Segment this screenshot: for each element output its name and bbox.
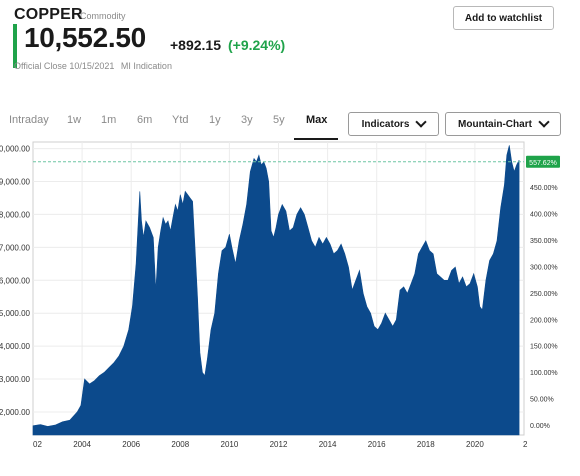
x-tick-label: 2014: [319, 440, 337, 449]
price-change: +892.15: [170, 37, 221, 53]
chevron-down-icon: [415, 116, 428, 128]
y-tick-label: 7,000.00: [0, 243, 31, 252]
tab-1m[interactable]: 1m: [101, 114, 116, 126]
y-tick-label: 6,000.00: [0, 276, 31, 285]
y-tick-label: 9,000.00: [0, 178, 31, 187]
x-tick-label: 2004: [73, 440, 91, 449]
chart-type-dropdown[interactable]: Mountain-Chart: [445, 112, 561, 136]
asset-type-label: Commodity: [80, 11, 126, 21]
right-tick-label: 300.00%: [530, 264, 558, 271]
price-change-percent: (+9.24%): [228, 37, 286, 53]
official-close-label: Official Close 10/15/2021: [14, 61, 115, 71]
right-tick-label: 350.00%: [530, 238, 558, 245]
tab-1y[interactable]: 1y: [209, 114, 221, 126]
tab-5y[interactable]: 5y: [273, 114, 285, 126]
tab-1w[interactable]: 1w: [67, 114, 81, 126]
right-tick-label: 0.00%: [530, 423, 550, 430]
price-chart[interactable]: 2,000.00 3,000.00 4,000.00 5,000.00 6,000.00…: [0, 138, 580, 471]
indicators-label: Indicators: [361, 118, 410, 130]
right-tick-label: 50.00%: [530, 397, 554, 404]
quote-header: COPPER Commodity 10,552.50 +892.15 (+9.2…: [0, 0, 580, 80]
right-tick-label: 150.00%: [530, 344, 558, 351]
reference-badge-label: 557.62%: [529, 160, 557, 167]
indicators-dropdown[interactable]: Indicators: [348, 112, 439, 136]
y-tick-label: 4,000.00: [0, 342, 31, 351]
x-tick-label: 2: [523, 440, 528, 449]
x-tick-label: 2018: [417, 440, 435, 449]
last-price: 10,552.50: [24, 22, 146, 53]
tab-ytd[interactable]: Ytd: [172, 114, 189, 126]
x-tick-label: 2012: [270, 440, 288, 449]
add-to-watchlist-button[interactable]: Add to watchlist: [453, 6, 554, 30]
right-tick-label: 400.00%: [530, 212, 558, 219]
y-tick-label: 5,000.00: [0, 309, 31, 318]
chevron-down-icon: [538, 116, 550, 128]
y-tick-label: 10,000.00: [0, 145, 31, 154]
tab-intraday[interactable]: Intraday: [9, 114, 49, 126]
indication-label: MI Indication: [120, 61, 172, 71]
tab-6m[interactable]: 6m: [137, 114, 152, 126]
y-tick-label: 8,000.00: [0, 210, 31, 219]
y-tick-label: 2,000.00: [0, 408, 31, 417]
x-tick-label: 2010: [221, 440, 239, 449]
x-tick-label: 2006: [122, 440, 140, 449]
close-info: Official Close 10/15/2021 MI Indication: [14, 61, 172, 71]
y-tick-label: 3,000.00: [0, 375, 31, 384]
tab-max[interactable]: Max: [306, 114, 327, 126]
x-tick-label: 2020: [466, 440, 484, 449]
price-chart-svg: 2,000.00 3,000.00 4,000.00 5,000.00 6,000.00…: [0, 141, 560, 449]
tab-3y[interactable]: 3y: [241, 114, 253, 126]
right-tick-label: 250.00%: [530, 291, 558, 298]
x-tick-label: 2008: [171, 440, 189, 449]
right-tick-label: 450.00%: [530, 185, 558, 192]
right-tick-label: 200.00%: [530, 317, 558, 324]
right-tick-label: 100.00%: [530, 370, 558, 377]
x-tick-label: 02: [33, 440, 42, 449]
chart-type-label: Mountain-Chart: [458, 118, 532, 130]
x-tick-label: 2016: [368, 440, 386, 449]
